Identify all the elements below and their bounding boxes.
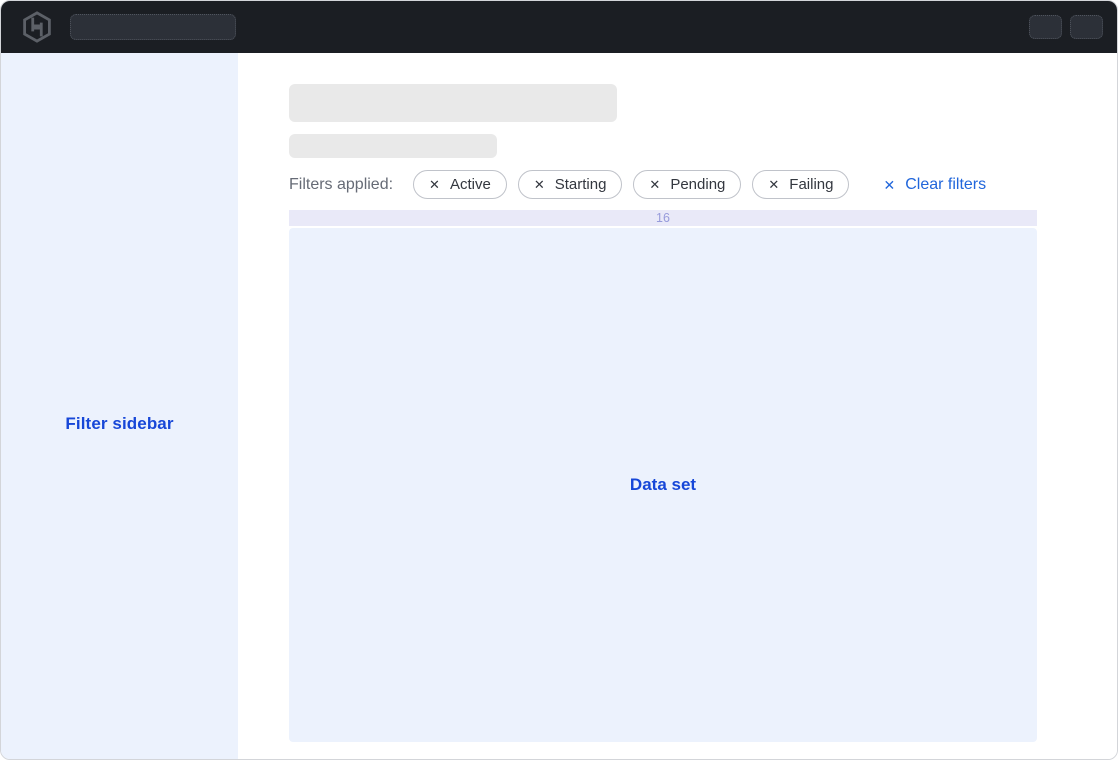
main-content: Filters applied: ✕ Active ✕ Starting ✕ P…: [238, 53, 1117, 759]
filter-chip-label: Active: [450, 176, 491, 193]
filter-chip-active[interactable]: ✕ Active: [413, 170, 507, 199]
dismiss-icon[interactable]: ✕: [429, 178, 440, 191]
filter-chip-starting[interactable]: ✕ Starting: [518, 170, 623, 199]
hashicorp-logo-icon: [21, 11, 53, 43]
filter-sidebar-label: Filter sidebar: [1, 414, 238, 434]
filter-chip-failing[interactable]: ✕ Failing: [752, 170, 849, 199]
data-set-area: Data set: [289, 228, 1037, 742]
app-window: Filter sidebar Filters applied: ✕ Active…: [0, 0, 1118, 760]
topbar-action-placeholder-2[interactable]: [1070, 15, 1103, 39]
top-nav-bar: [1, 1, 1117, 53]
filter-chip-label: Starting: [555, 176, 607, 193]
filter-sidebar: Filter sidebar: [1, 53, 238, 759]
result-count: 16: [656, 211, 670, 225]
filter-chip-pending[interactable]: ✕ Pending: [633, 170, 741, 199]
clear-icon: ✕: [883, 178, 895, 192]
page-title-placeholder: [289, 84, 617, 122]
filter-chip-label: Pending: [670, 176, 725, 193]
data-set-label: Data set: [630, 475, 696, 495]
clear-filters-link[interactable]: ✕ Clear filters: [883, 176, 986, 194]
dismiss-icon[interactable]: ✕: [534, 178, 545, 191]
result-count-bar: 16: [289, 210, 1037, 226]
filters-applied-label: Filters applied:: [289, 176, 393, 194]
search-input-placeholder[interactable]: [70, 14, 236, 40]
applied-filters-row: Filters applied: ✕ Active ✕ Starting ✕ P…: [289, 170, 1117, 199]
dismiss-icon[interactable]: ✕: [768, 178, 779, 191]
app-body: Filter sidebar Filters applied: ✕ Active…: [1, 53, 1117, 759]
filter-chip-label: Failing: [789, 176, 833, 193]
page-subtitle-placeholder: [289, 134, 497, 158]
clear-filters-label: Clear filters: [905, 176, 986, 194]
dismiss-icon[interactable]: ✕: [649, 178, 660, 191]
topbar-action-placeholder-1[interactable]: [1029, 15, 1062, 39]
